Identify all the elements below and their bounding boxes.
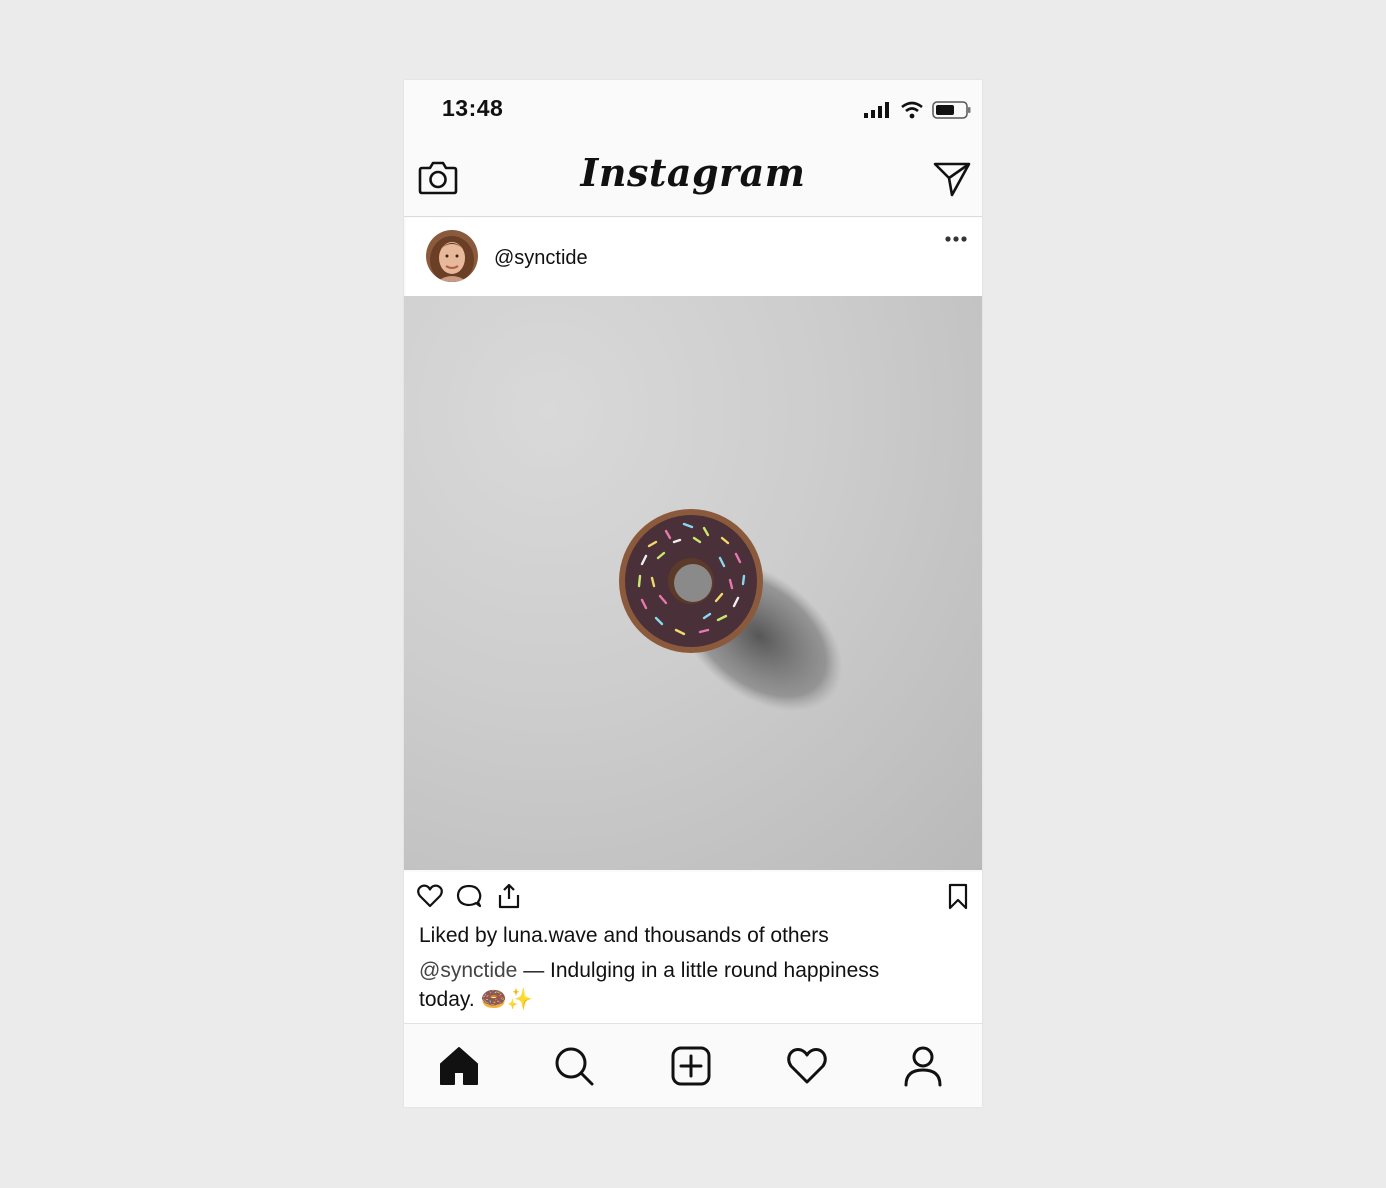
tab-add-post[interactable] — [669, 1044, 713, 1088]
top-nav-bar: Instagram — [404, 142, 982, 217]
save-button[interactable] — [944, 882, 972, 910]
app-logo: Instagram — [580, 150, 806, 195]
tab-home[interactable] — [437, 1044, 481, 1088]
comment-button[interactable] — [455, 882, 483, 910]
signal-icon — [864, 102, 889, 118]
heart-icon — [417, 884, 443, 908]
share-icon — [498, 883, 520, 909]
like-button[interactable] — [416, 882, 444, 910]
tab-profile[interactable] — [901, 1044, 945, 1088]
caption-username[interactable]: @synctide — [419, 959, 517, 982]
tab-search[interactable] — [552, 1044, 596, 1088]
heart-icon — [787, 1048, 827, 1084]
phone-screen: 13:48 Instagram @synctide Liked by luna.… — [404, 80, 982, 1107]
paper-plane-icon — [933, 162, 971, 197]
direct-message-button[interactable] — [932, 160, 972, 198]
post-header: @synctide — [406, 218, 982, 296]
bookmark-icon — [948, 883, 968, 910]
bottom-tab-bar — [404, 1025, 982, 1107]
battery-icon — [932, 101, 971, 119]
add-post-icon — [671, 1046, 711, 1086]
avatar-photo — [426, 230, 478, 282]
donut-photo — [619, 509, 843, 712]
post-image[interactable] — [404, 296, 982, 870]
status-bar: 13:48 — [404, 80, 982, 140]
profile-icon — [904, 1046, 942, 1087]
post-action-bar — [404, 872, 982, 920]
search-icon — [555, 1047, 594, 1086]
avatar[interactable] — [426, 230, 478, 282]
home-icon — [440, 1047, 478, 1085]
post-username[interactable]: @synctide — [494, 247, 588, 270]
comment-icon — [456, 884, 482, 908]
share-button[interactable] — [495, 882, 523, 910]
post-caption-area: Liked by luna.wave and thousands of othe… — [404, 920, 982, 1024]
status-icons — [862, 100, 972, 120]
wifi-icon — [901, 101, 923, 119]
post-caption: @synctide — Indulging in a little round … — [419, 956, 939, 1014]
likes-text[interactable]: Liked by luna.wave and thousands of othe… — [419, 924, 829, 948]
more-options-button[interactable] — [944, 232, 968, 246]
tab-activity[interactable] — [785, 1044, 829, 1088]
status-time: 13:48 — [442, 95, 504, 121]
more-dots-icon — [945, 236, 967, 242]
